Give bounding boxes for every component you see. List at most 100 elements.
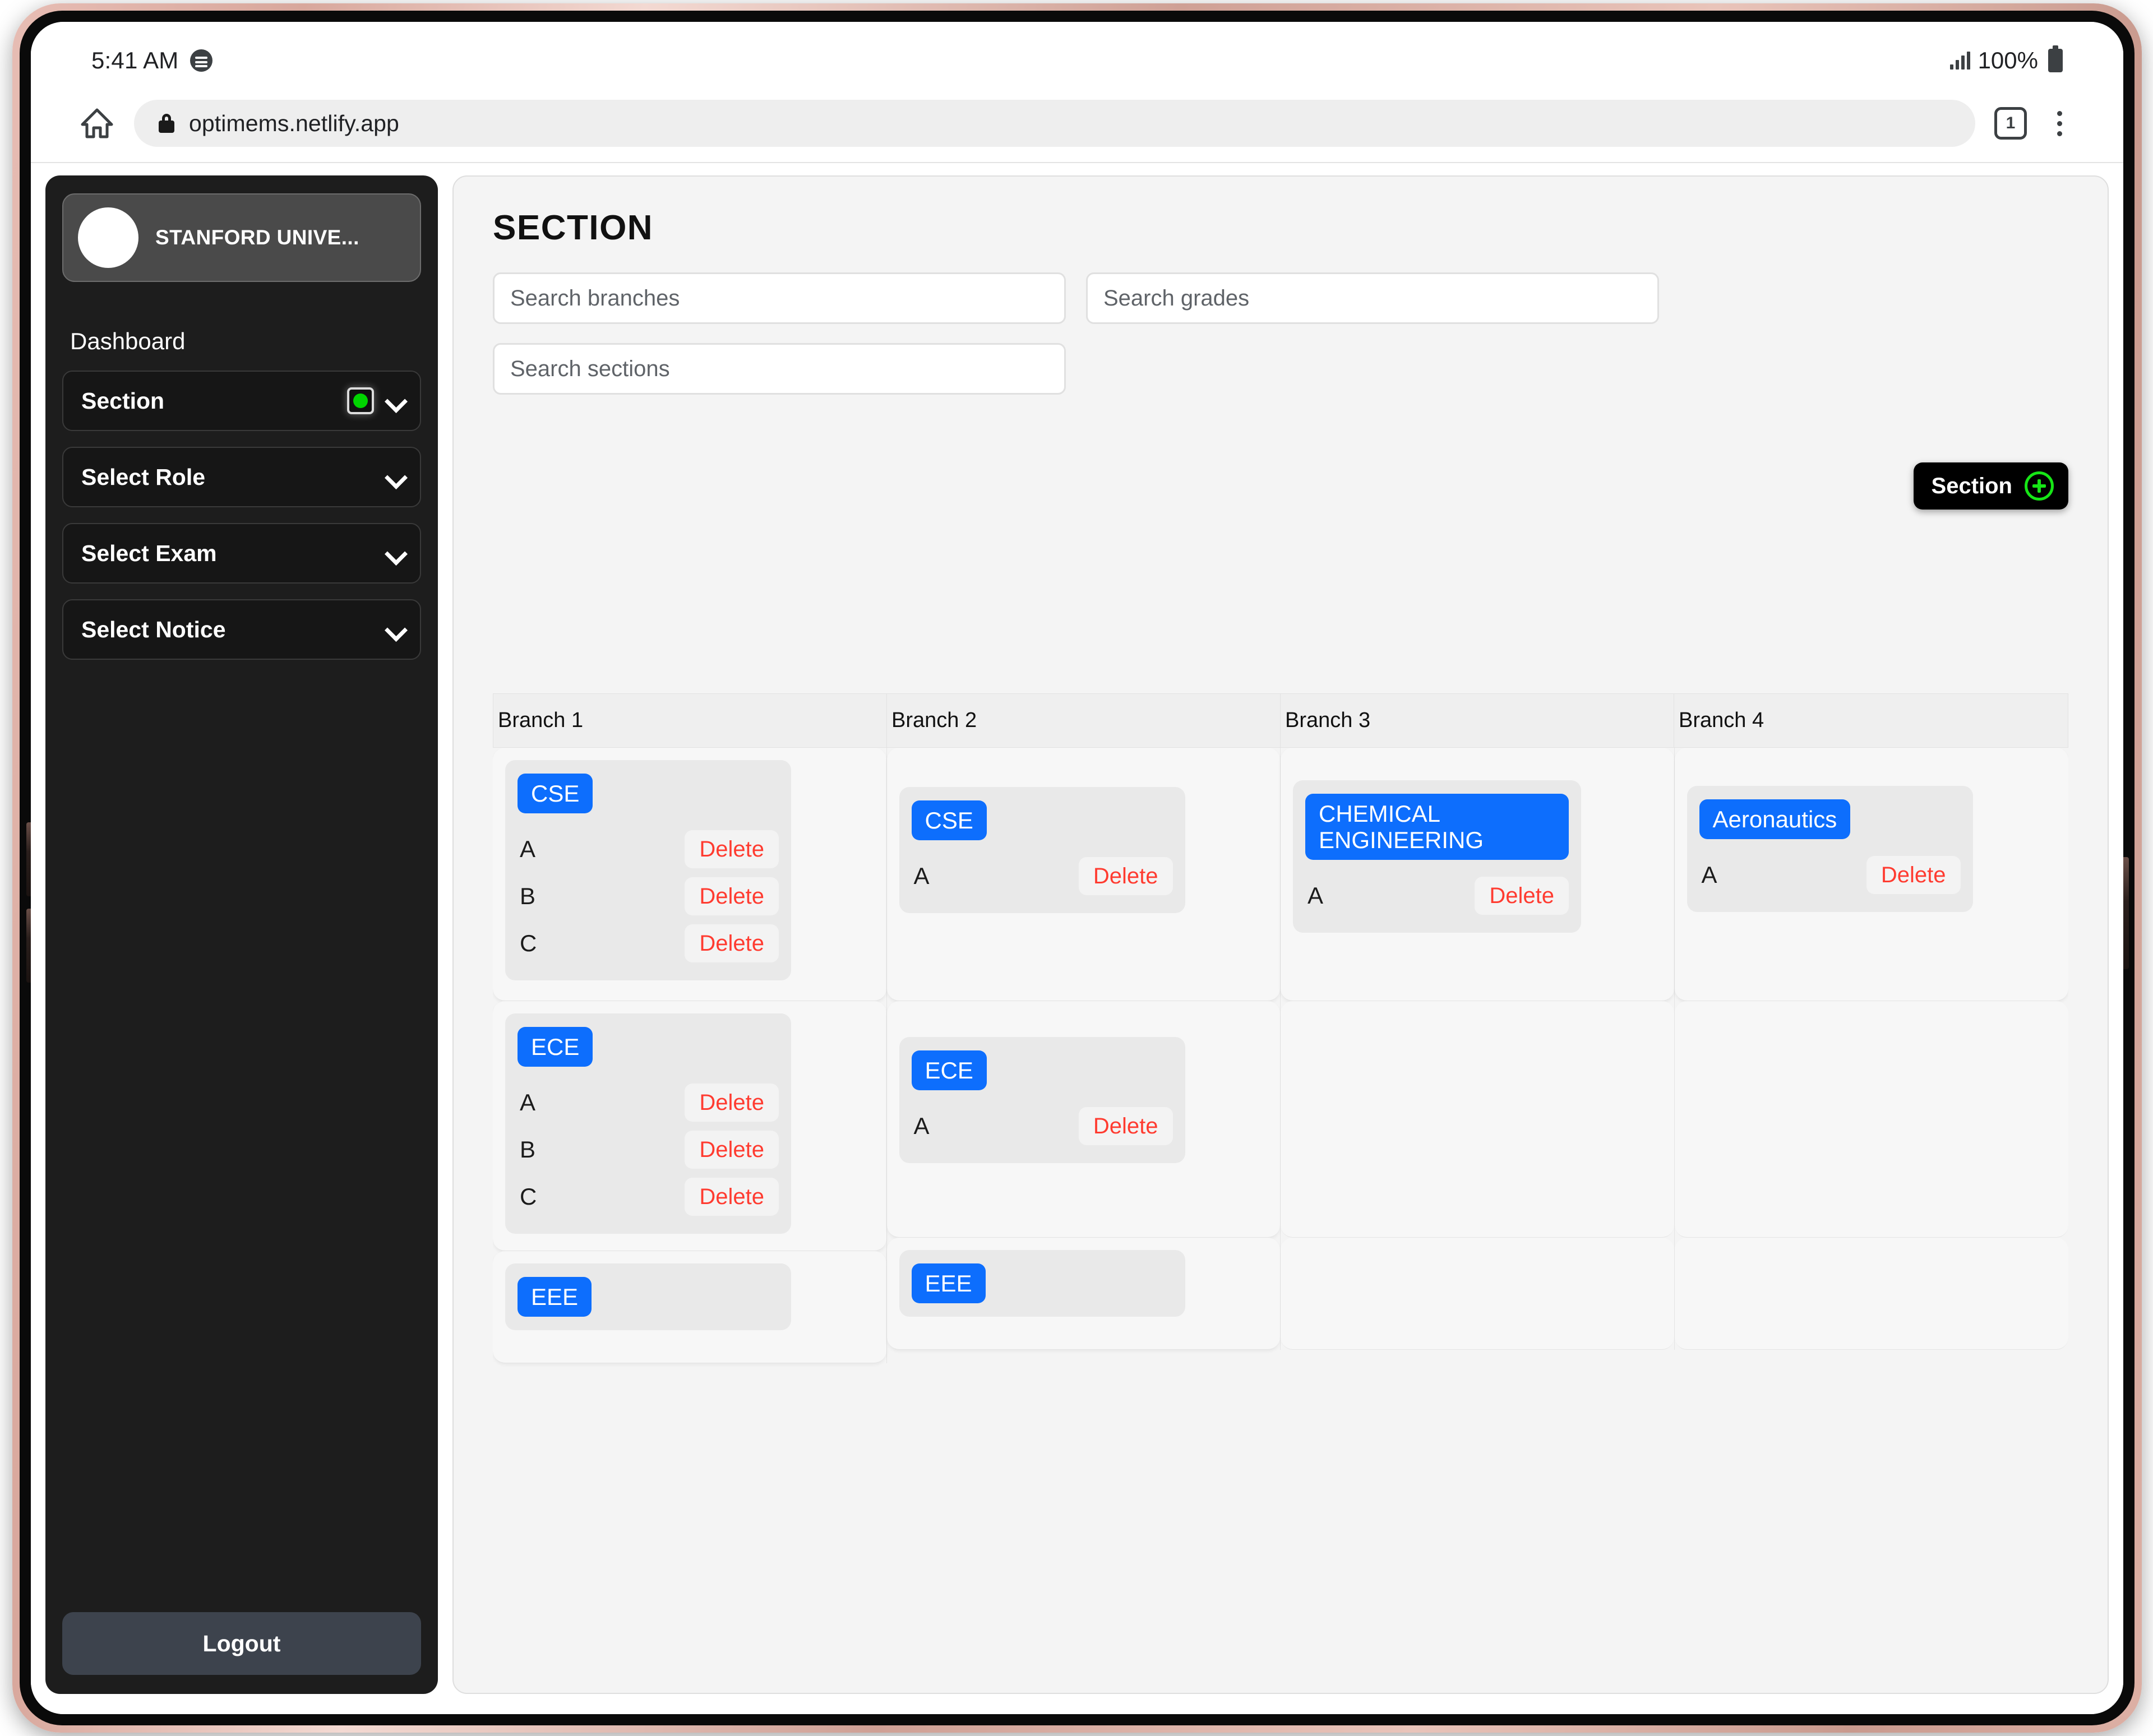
section-row: A Delete (912, 853, 1173, 900)
section-row: A Delete (518, 1079, 779, 1126)
grade-badge[interactable]: EEE (911, 1263, 986, 1304)
empty-grade-cell (1674, 1238, 2068, 1350)
section-name-label: A (520, 1089, 536, 1116)
section-name-label: B (520, 1136, 536, 1163)
sidebar: STANFORD UNIVE... Dashboard Section Sele… (45, 175, 438, 1694)
section-name-label: A (1307, 882, 1324, 909)
grade-cell: ECE A Delete B Delete C Delete (493, 1001, 886, 1252)
section-name-label: C (520, 1183, 537, 1210)
org-name-label: STANFORD UNIVE... (155, 226, 359, 249)
status-badge (347, 387, 374, 414)
section-name-label: A (520, 836, 536, 863)
branch-column-header: Branch 3 (1281, 694, 1674, 747)
section-name-label: A (913, 863, 930, 890)
branch-grid[interactable]: Branch 1 Branch 2 Branch 3 Branch 4 CSE A… (493, 693, 2068, 1457)
grade-card: CSE A Delete B Delete C Delete (505, 760, 791, 981)
page-title: Dashboard (70, 328, 186, 354)
org-card[interactable]: STANFORD UNIVE... (62, 193, 421, 282)
sidebar-item-select-role[interactable]: Select Role (62, 447, 421, 507)
chevron-down-icon (386, 391, 405, 410)
url-text: optimems.netlify.app (189, 110, 399, 136)
branch-header-row: Branch 1 Branch 2 Branch 3 Branch 4 (493, 693, 2068, 748)
section-name-label: A (1701, 862, 1717, 888)
delete-section-button[interactable]: Delete (685, 877, 779, 916)
grade-cell: Aeronautics A Delete (1674, 748, 2068, 1001)
sidebar-item-select-exam[interactable]: Select Exam (62, 523, 421, 584)
section-name-label: A (913, 1113, 930, 1140)
browser-toolbar: optimems.netlify.app 1 (31, 85, 2123, 163)
battery-percent-label: 100% (1978, 47, 2038, 73)
sidebar-item-section[interactable]: Section (62, 371, 421, 431)
delete-section-button[interactable]: Delete (685, 830, 779, 869)
home-icon[interactable] (79, 105, 115, 141)
section-list: A Delete (1305, 872, 1569, 919)
grade-badge[interactable]: ECE (518, 1027, 593, 1067)
device-screen: 5:41 AM 100% optimems.netlify.app 1 STAN… (31, 22, 2123, 1714)
branch-column-header: Branch 2 (887, 694, 1281, 747)
delete-section-button[interactable]: Delete (685, 924, 779, 963)
delete-section-button[interactable]: Delete (1078, 1107, 1173, 1146)
branch-column-header: Branch 1 (493, 694, 887, 747)
grade-badge[interactable]: CHEMICAL ENGINEERING (1305, 794, 1569, 860)
branch-column-header: Branch 4 (1679, 709, 1764, 732)
delete-section-button[interactable]: Delete (685, 1178, 779, 1216)
android-status-bar: 5:41 AM 100% (31, 22, 2123, 85)
grade-card: CHEMICAL ENGINEERING A Delete (1293, 780, 1581, 933)
branch-column: CSE A Delete B Delete C Delete ECE A Delete B Delet… (493, 748, 887, 1364)
grade-cell: CSE A Delete (886, 748, 1280, 1001)
grade-card: Aeronautics A Delete (1687, 786, 1973, 913)
section-name-label: B (520, 883, 536, 910)
empty-grade-cell (1281, 1001, 1674, 1238)
section-row: B Delete (518, 1126, 779, 1173)
section-row: A Delete (1305, 872, 1569, 919)
address-bar[interactable]: optimems.netlify.app (134, 100, 1975, 147)
delete-section-button[interactable]: Delete (1475, 877, 1569, 915)
plus-circle-icon (2025, 471, 2054, 501)
search-branches-input[interactable] (493, 272, 1066, 324)
grade-badge[interactable]: Aeronautics (1699, 799, 1851, 840)
section-row: A Delete (912, 1103, 1173, 1150)
grade-cell: CHEMICAL ENGINEERING A Delete (1281, 748, 1674, 1001)
grade-cell: ECE A Delete (886, 1001, 1280, 1238)
grade-badge[interactable]: CSE (911, 800, 987, 841)
status-bar-left: 5:41 AM (91, 47, 212, 74)
section-row: A Delete (1699, 851, 1961, 899)
tab-switcher-button[interactable]: 1 (1994, 107, 2027, 140)
section-row: C Delete (518, 1173, 779, 1220)
main-content: SECTION Section Branch 1 Branch 2 (452, 175, 2109, 1694)
grade-cell: EEE (493, 1251, 886, 1364)
grade-card: EEE (899, 1250, 1185, 1317)
section-name-label: C (520, 930, 537, 957)
logout-button[interactable]: Logout (62, 1612, 421, 1675)
search-grades-input[interactable] (1086, 272, 1659, 324)
delete-section-button[interactable]: Delete (1866, 856, 1961, 895)
delete-section-button[interactable]: Delete (685, 1131, 779, 1169)
status-bar-right: 100% (1949, 45, 2063, 74)
empty-grade-cell (1281, 1238, 1674, 1350)
battery-full-icon (2048, 45, 2063, 72)
device-bezel: 5:41 AM 100% optimems.netlify.app 1 STAN… (20, 11, 2134, 1725)
delete-section-button[interactable]: Delete (1078, 857, 1173, 896)
branch-column: Aeronautics A Delete (1674, 748, 2068, 1350)
sidebar-item-label: Section (81, 387, 165, 414)
search-sections-input[interactable] (493, 343, 1066, 395)
chevron-down-icon (386, 544, 405, 563)
lock-icon (159, 114, 174, 133)
grade-cell: EEE (886, 1238, 1280, 1350)
grade-badge[interactable]: ECE (911, 1050, 987, 1091)
grade-card: ECE A Delete B Delete C Delete (505, 1013, 791, 1234)
grade-card: EEE (505, 1263, 791, 1331)
delete-section-button[interactable]: Delete (685, 1084, 779, 1122)
grade-card: CSE A Delete (899, 787, 1185, 914)
add-section-button[interactable]: Section (1913, 462, 2068, 510)
branch-body-row: CSE A Delete B Delete C Delete ECE A Delete B Delet… (493, 748, 2068, 1364)
overflow-menu-icon[interactable] (2046, 105, 2073, 141)
grade-badge[interactable]: EEE (518, 1277, 592, 1317)
empty-grade-cell (1674, 1001, 2068, 1238)
grade-badge[interactable]: CSE (518, 774, 593, 814)
add-section-label: Section (1931, 473, 2012, 498)
filter-row (493, 272, 2068, 395)
section-page-title: SECTION (493, 209, 654, 247)
grade-cell: CSE A Delete B Delete C Delete (493, 748, 886, 1001)
sidebar-item-select-notice[interactable]: Select Notice (62, 599, 421, 660)
